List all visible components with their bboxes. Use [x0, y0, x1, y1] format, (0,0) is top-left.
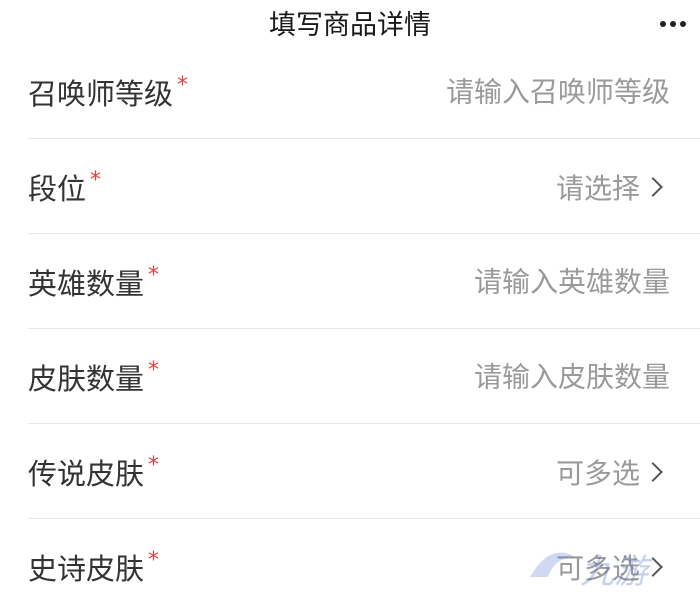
- page: 填写商品详情 召唤师等级* 段位* 请选择 英雄数量* 皮肤数量*: [0, 0, 700, 607]
- field-label: 段位 *: [28, 166, 101, 208]
- rank-select-value: 请选择: [555, 171, 640, 205]
- epic-skins-select-value: 可多选: [555, 551, 640, 585]
- field-label: 皮肤数量 *: [28, 356, 159, 398]
- field-label: 传说皮肤 *: [28, 451, 159, 493]
- chevron-right-icon: [643, 176, 663, 197]
- epic-skins-select[interactable]: 可多选: [556, 547, 666, 587]
- field-label: 史诗皮肤 *: [28, 546, 159, 588]
- field-control: [350, 360, 670, 393]
- required-asterisk: *: [177, 72, 189, 98]
- field-label-text: 皮肤数量: [28, 361, 145, 396]
- legendary-skins-select-value: 可多选: [555, 456, 640, 490]
- form: 召唤师等级* 段位* 请选择 英雄数量* 皮肤数量* 传说皮肤*: [0, 44, 700, 607]
- chevron-right-icon: [643, 461, 663, 482]
- form-row-epic-skins[interactable]: 史诗皮肤 * 可多选: [0, 519, 700, 607]
- form-row-summoner-level[interactable]: 召唤师等级 *: [0, 44, 700, 139]
- hero-count-input[interactable]: [350, 265, 670, 298]
- legendary-skins-select[interactable]: 可多选: [556, 452, 666, 492]
- field-label: 英雄数量 *: [28, 261, 159, 303]
- form-row-skin-count[interactable]: 皮肤数量 *: [0, 329, 700, 424]
- field-label-text: 英雄数量: [28, 266, 145, 301]
- field-label-text: 史诗皮肤: [28, 551, 145, 586]
- field-label: 召唤师等级 *: [28, 71, 188, 113]
- summoner-level-input[interactable]: [350, 75, 670, 108]
- required-asterisk: *: [148, 452, 160, 478]
- required-asterisk: *: [90, 167, 102, 193]
- chevron-right-icon: [643, 556, 663, 577]
- field-label-text: 段位: [28, 171, 87, 206]
- required-asterisk: *: [148, 262, 160, 288]
- field-label-text: 召唤师等级: [28, 76, 174, 111]
- form-row-rank[interactable]: 段位 * 请选择: [0, 139, 700, 234]
- form-row-hero-count[interactable]: 英雄数量 *: [0, 234, 700, 329]
- required-asterisk: *: [148, 357, 160, 383]
- field-control: [350, 75, 670, 108]
- field-label-text: 传说皮肤: [28, 456, 145, 491]
- rank-select[interactable]: 请选择: [556, 167, 666, 207]
- required-asterisk: *: [148, 547, 160, 573]
- form-row-legendary-skins[interactable]: 传说皮肤 * 可多选: [0, 424, 700, 519]
- field-control: [350, 265, 670, 298]
- page-title: 填写商品详情: [269, 10, 431, 41]
- more-dots-icon[interactable]: [660, 19, 686, 29]
- skin-count-input[interactable]: [350, 360, 670, 393]
